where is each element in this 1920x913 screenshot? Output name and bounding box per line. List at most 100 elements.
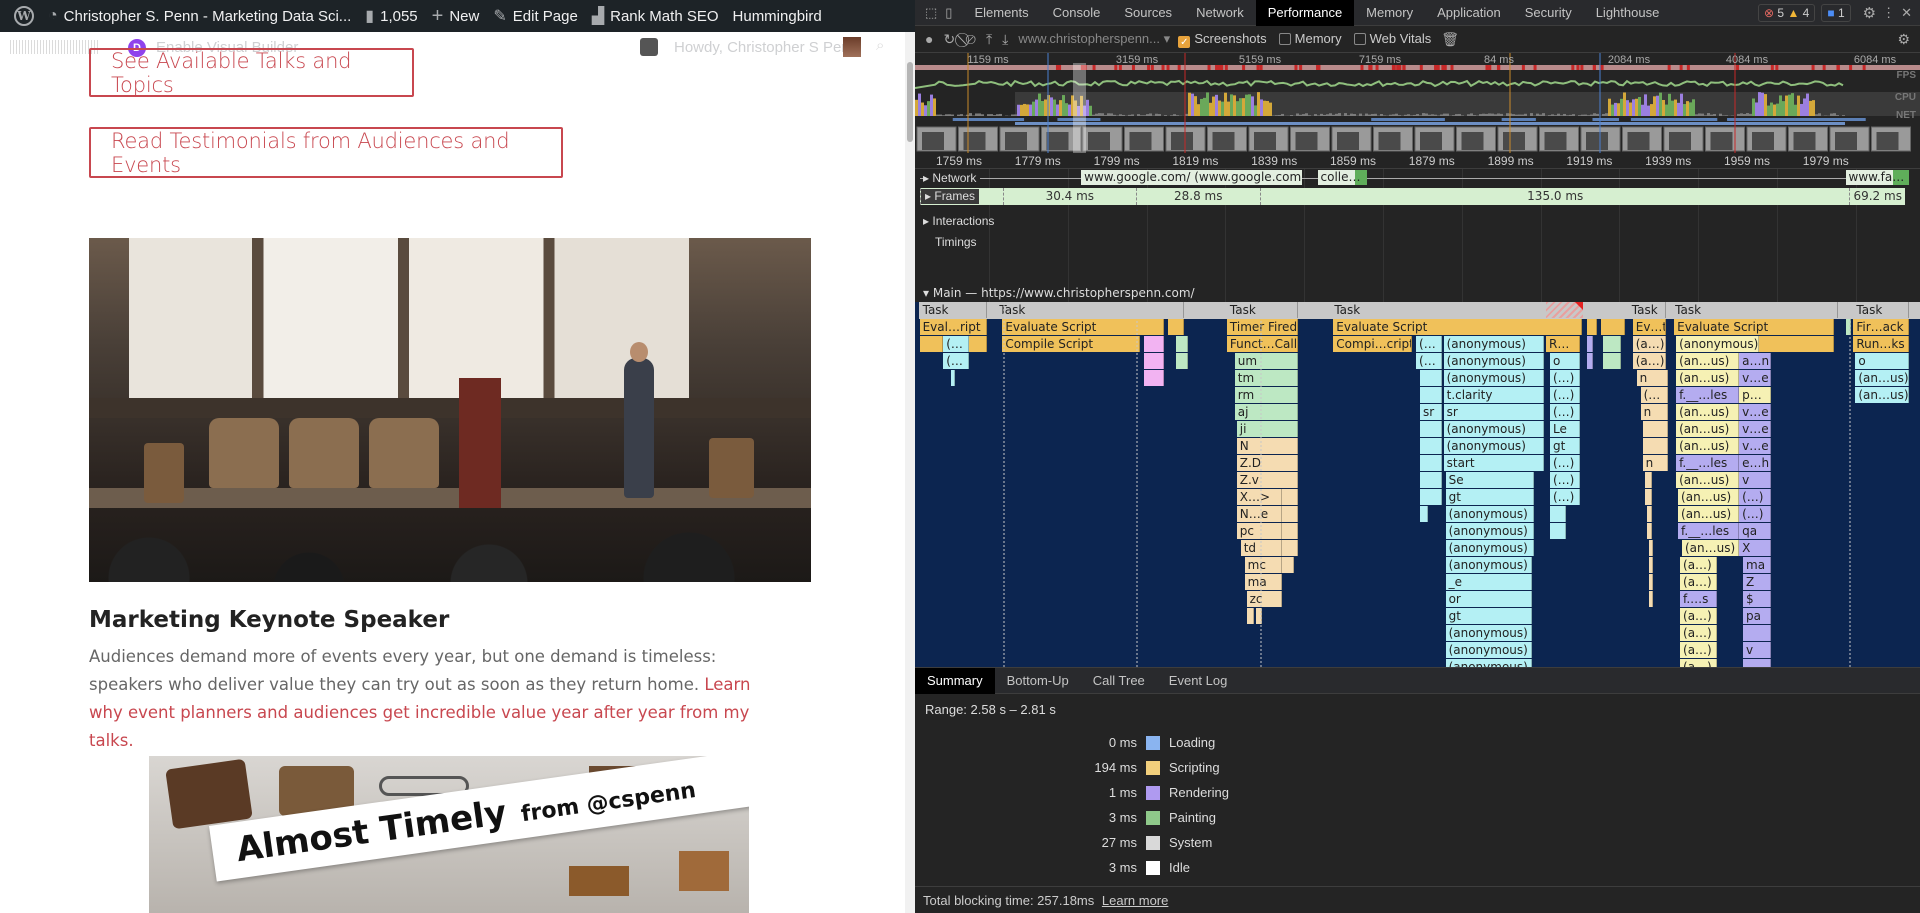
checkbox-box[interactable] [1353, 32, 1366, 45]
call-block[interactable]: (… [1416, 353, 1442, 369]
page-scrollbar[interactable] [905, 32, 915, 913]
call-block[interactable]: Ev…t [1632, 319, 1667, 335]
comments-menu[interactable]: ▮ 1,055 [365, 0, 417, 32]
call-block[interactable] [1419, 387, 1442, 403]
call-block[interactable]: (…) [1550, 404, 1580, 420]
call-block[interactable] [919, 336, 944, 352]
task-block[interactable]: Task [1628, 302, 1667, 318]
tab-console[interactable]: Console [1041, 0, 1113, 26]
see-talks-button[interactable]: See Available Talks and Topics [89, 48, 414, 97]
tab-elements[interactable]: Elements [962, 0, 1040, 26]
call-block[interactable] [1419, 370, 1442, 386]
call-block[interactable] [1642, 438, 1669, 454]
call-block[interactable] [1646, 523, 1653, 539]
main-thread-flame-chart[interactable]: Task Task Task Task Task Task Task Eval…ript Eva… [915, 302, 1920, 667]
call-block[interactable] [1603, 353, 1621, 369]
call-block[interactable]: gt [1445, 608, 1533, 624]
edit-page-link[interactable]: ✎ Edit Page [493, 0, 577, 32]
network-request-bar[interactable]: www.google.com/ (www.google.com) [1081, 170, 1302, 185]
call-block[interactable]: (anonymous) [1445, 523, 1535, 539]
call-block[interactable]: Evaluate Script [1333, 319, 1582, 335]
call-block[interactable]: (anonymous) [1443, 438, 1545, 454]
inspect-element-icon[interactable]: ⬚ [925, 5, 937, 21]
call-block[interactable]: (… [1640, 387, 1669, 403]
call-block[interactable]: Timer Fired [1226, 319, 1298, 335]
call-block[interactable]: (… [943, 353, 969, 369]
overview-selection-window[interactable] [1073, 63, 1086, 153]
call-block[interactable]: t.clarity [1443, 387, 1545, 403]
call-block[interactable]: (a…) [1632, 336, 1667, 352]
call-block[interactable]: (an…us) [1855, 370, 1909, 386]
call-block[interactable]: R… [1546, 336, 1580, 352]
upload-icon[interactable]: ⤒ [986, 31, 992, 48]
call-block[interactable]: e…h [1739, 455, 1771, 471]
call-block[interactable] [1758, 336, 1834, 352]
call-block[interactable]: Fir…ack [1853, 319, 1909, 335]
call-block[interactable]: zc [1246, 591, 1283, 607]
call-block[interactable]: rm [1234, 387, 1298, 403]
call-block[interactable]: (…) [1550, 489, 1580, 505]
page-scrollbar-thumb[interactable] [907, 62, 913, 142]
settings-gear-icon[interactable]: ⚙ [1863, 4, 1876, 22]
call-block[interactable]: n [1640, 404, 1669, 420]
call-block[interactable]: $ [1743, 591, 1771, 607]
call-block[interactable] [1144, 370, 1164, 386]
call-block[interactable]: (…) [1550, 472, 1580, 488]
timeline-overview[interactable]: 1159 ms 3159 ms 5159 ms 7159 ms 84 ms 2084 ms… [915, 53, 1920, 153]
call-block[interactable]: ji [1236, 421, 1298, 437]
call-block[interactable]: (an…us) [1676, 353, 1740, 369]
call-block[interactable] [1550, 506, 1566, 522]
checkbox-box[interactable] [1278, 32, 1291, 45]
call-block[interactable] [1648, 540, 1653, 556]
call-block[interactable]: f.__…les [1676, 455, 1740, 471]
call-block[interactable]: (anonymous) [1443, 370, 1545, 386]
call-block[interactable]: o [1550, 353, 1580, 369]
call-block[interactable]: (anonymous) [1445, 659, 1533, 667]
call-block[interactable]: f.__…les [1678, 523, 1740, 539]
details-tab-summary[interactable]: Summary [915, 668, 995, 694]
call-block[interactable] [1587, 319, 1598, 335]
call-block[interactable] [1644, 472, 1653, 488]
read-testimonials-button[interactable]: Read Testimonials from Audiences and Eve… [89, 127, 563, 178]
call-block[interactable] [1743, 659, 1771, 667]
call-block[interactable] [1642, 421, 1669, 437]
network-track-label[interactable]: ▸ Network [923, 171, 981, 185]
call-block[interactable]: X [1739, 540, 1771, 556]
call-block[interactable] [1646, 506, 1653, 522]
call-block[interactable]: (an…us) [1681, 540, 1740, 556]
call-block[interactable] [1419, 455, 1442, 471]
call-block[interactable] [1587, 353, 1594, 369]
frame-bar[interactable]: 69.2 ms [1849, 188, 1905, 205]
clear-icon[interactable]: ⃠⊘ [965, 31, 976, 48]
call-block[interactable]: (anonymous) [1445, 557, 1533, 573]
call-block[interactable] [1743, 625, 1771, 641]
frame-bar[interactable]: 135.0 ms [1260, 188, 1850, 205]
call-block[interactable]: v…e [1739, 438, 1771, 454]
network-track[interactable]: ▸ Network www.google.com/ (www.google.co… [915, 170, 1920, 186]
call-block[interactable]: ma [1743, 557, 1771, 573]
screenshots-checkbox[interactable]: ✓ Screenshots [1178, 31, 1267, 48]
call-block[interactable]: Z.D [1236, 455, 1298, 471]
call-block[interactable]: Le [1550, 421, 1580, 437]
tab-sources[interactable]: Sources [1112, 0, 1184, 26]
call-block[interactable]: (a…) [1680, 557, 1718, 573]
call-block[interactable] [1419, 438, 1442, 454]
call-block[interactable] [1282, 557, 1294, 573]
details-tab-event-log[interactable]: Event Log [1157, 668, 1240, 694]
call-block[interactable]: qa [1739, 523, 1771, 539]
call-block[interactable]: (an…us) [1676, 404, 1740, 420]
call-block[interactable]: Se [1445, 472, 1535, 488]
call-block[interactable]: (an…us) [1855, 387, 1909, 403]
call-block[interactable]: (… [1416, 336, 1442, 352]
call-block[interactable]: or [1445, 591, 1533, 607]
call-block[interactable] [1144, 353, 1164, 369]
call-block[interactable]: um [1234, 353, 1298, 369]
call-block[interactable]: p… [1739, 387, 1771, 403]
call-block[interactable] [1601, 319, 1625, 335]
call-block[interactable]: (anonymous) [1676, 336, 1759, 352]
task-block[interactable]: Task [1853, 302, 1909, 318]
call-block[interactable] [1649, 591, 1654, 607]
call-block[interactable]: (anonymous) [1445, 506, 1535, 522]
call-block[interactable]: (anonymous) [1443, 353, 1545, 369]
issues-counter[interactable]: ⊗ 5 ▲ 4 [1758, 3, 1816, 22]
